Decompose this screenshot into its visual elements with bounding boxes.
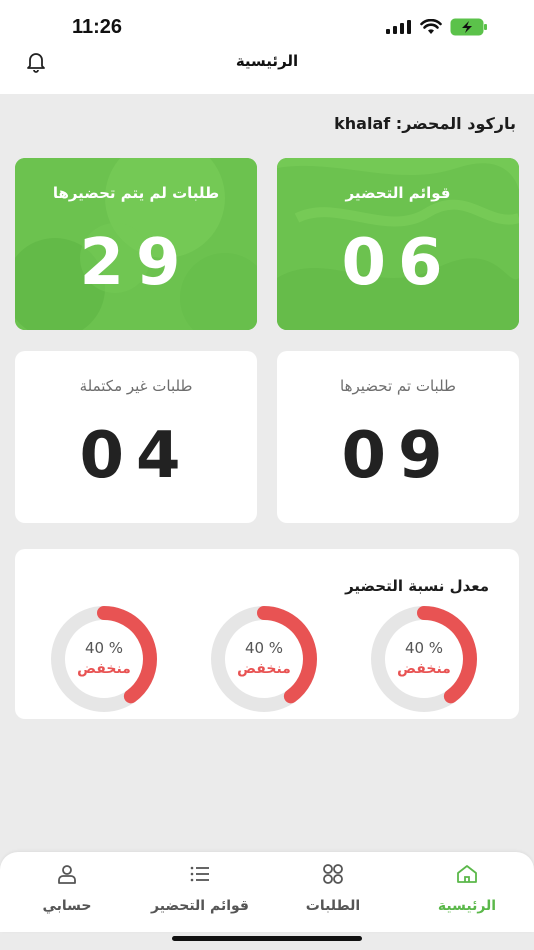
wifi-icon [420, 19, 442, 34]
gauge-value: 40 % [404, 639, 444, 657]
card-label: طلبات غير مكتملة [79, 377, 193, 395]
nav-label: قوائم التحضير [151, 898, 249, 914]
gauge-status: منخفض [397, 661, 451, 677]
card-value: 09 [341, 419, 455, 493]
gauge-status: منخفض [237, 661, 291, 677]
nav-item-account[interactable]: حسابي [2, 852, 132, 922]
app-header: الرئيسية [0, 46, 534, 94]
nav-item-orders[interactable]: الطلبات [268, 852, 398, 922]
incomplete-orders-card[interactable]: طلبات غير مكتملة 04 [15, 351, 257, 523]
preparer-barcode: باركود المحضر: khalaf [334, 114, 516, 133]
page-title: الرئيسية [235, 52, 299, 70]
nav-item-home[interactable]: الرئيسية [402, 852, 532, 922]
rate-gauge: 40 % منخفض [360, 605, 488, 713]
card-value: 29 [79, 226, 193, 300]
card-label: طلبات تم تحضيرها [340, 377, 456, 395]
battery-charging-icon [450, 18, 487, 36]
rate-gauge: 40 % منخفض [200, 605, 328, 713]
preparation-rate-card: معدل نسبة التحضير 40 % منخفض 40 % منخفض … [15, 549, 519, 719]
list-icon [190, 866, 209, 882]
home-indicator [172, 936, 362, 941]
nav-label: الطلبات [305, 898, 361, 914]
gauge-value: 40 % [84, 639, 124, 657]
grid-circles-icon [323, 864, 343, 884]
home-icon [457, 865, 477, 883]
status-bar: 11:26 [0, 0, 534, 46]
status-icons [386, 18, 488, 36]
status-time: 11:26 [72, 16, 123, 38]
gauge-ring [371, 606, 477, 712]
card-value: 04 [79, 419, 193, 493]
user-icon [58, 865, 76, 884]
card-label: طلبات لم يتم تحضيرها [52, 184, 220, 202]
gauge-ring [51, 606, 157, 712]
gauge-ring [211, 606, 317, 712]
card-value: 06 [341, 226, 455, 300]
nav-label: الرئيسية [437, 898, 497, 914]
unprepared-orders-card[interactable]: طلبات لم يتم تحضيرها 29 [15, 158, 257, 330]
card-label: قوائم التحضير [345, 184, 451, 202]
bottom-nav: الرئيسية الطلبات قوائم التحضير حسابي [0, 852, 534, 932]
prepared-orders-card[interactable]: طلبات تم تحضيرها 09 [277, 351, 519, 523]
gauge-status: منخفض [77, 661, 131, 677]
nav-label: حسابي [42, 898, 92, 914]
rate-gauge: 40 % منخفض [40, 605, 168, 713]
prep-lists-card[interactable]: قوائم التحضير 06 [277, 158, 519, 330]
nav-item-prep-lists[interactable]: قوائم التحضير [135, 852, 265, 922]
gauge-value: 40 % [244, 639, 284, 657]
signal-icon [386, 20, 411, 34]
rate-title: معدل نسبة التحضير [345, 577, 489, 595]
